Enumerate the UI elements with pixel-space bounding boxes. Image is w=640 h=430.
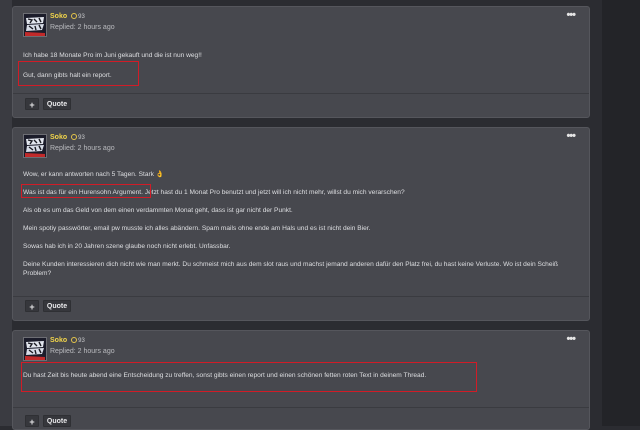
post-menu-button[interactable]: •••	[566, 130, 576, 142]
post-2: Soko 93 Replied: 2 hours ago ••• Wow, er …	[12, 127, 590, 321]
left-gutter	[0, 0, 12, 426]
post-timestamp: Replied: 2 hours ago	[50, 145, 115, 152]
post-1: Soko 93 Replied: 2 hours ago ••• Ich habe…	[12, 6, 590, 118]
highlight-box	[21, 362, 477, 392]
avatar[interactable]	[23, 337, 47, 361]
post-paragraph: Deine Kunden interessieren dich nicht wi…	[23, 261, 558, 277]
reputation-icon	[71, 337, 78, 343]
post-paragraph: Wow, er kann antworten nach 5 Tagen. Sta…	[23, 171, 165, 178]
post-timestamp: Replied: 2 hours ago	[50, 348, 115, 355]
quote-button[interactable]: Quote	[43, 415, 71, 427]
post-timestamp: Replied: 2 hours ago	[50, 24, 115, 31]
avatar[interactable]	[23, 13, 47, 37]
post-menu-button[interactable]: •••	[566, 333, 576, 345]
post-paragraph: Als ob es um das Geld von dem einen verd…	[23, 207, 293, 214]
reputation-icon	[71, 13, 78, 19]
post-divider	[13, 407, 589, 408]
highlight-box	[21, 184, 151, 198]
post-divider	[13, 296, 589, 297]
right-panel	[602, 0, 640, 426]
add-reaction-button[interactable]: +	[25, 415, 39, 427]
highlight-box	[18, 61, 139, 86]
post-menu-button[interactable]: •••	[566, 9, 576, 21]
reputation-count: 93	[78, 14, 85, 20]
user-line: Soko 93	[50, 13, 85, 20]
reputation-icon	[71, 134, 78, 140]
user-line: Soko 93	[50, 337, 85, 344]
avatar[interactable]	[23, 134, 47, 158]
quote-button[interactable]: Quote	[43, 98, 71, 110]
post-3: Soko 93 Replied: 2 hours ago ••• Du hast …	[12, 330, 590, 430]
post-paragraph: Mein spotiy passwörter, email pw musste …	[23, 225, 371, 232]
post-paragraph: Ich habe 18 Monate Pro im Juni gekauft u…	[23, 52, 202, 59]
post-paragraph: Sowas hab ich in 20 Jahren szene glaube …	[23, 243, 231, 250]
user-line: Soko 93	[50, 134, 85, 141]
username[interactable]: Soko	[50, 13, 67, 20]
reputation-count: 93	[78, 135, 85, 141]
add-reaction-button[interactable]: +	[25, 300, 39, 312]
username[interactable]: Soko	[50, 337, 67, 344]
username[interactable]: Soko	[50, 134, 67, 141]
quote-button[interactable]: Quote	[43, 300, 71, 312]
add-reaction-button[interactable]: +	[25, 98, 39, 110]
reputation-count: 93	[78, 338, 85, 344]
post-divider	[13, 93, 589, 94]
